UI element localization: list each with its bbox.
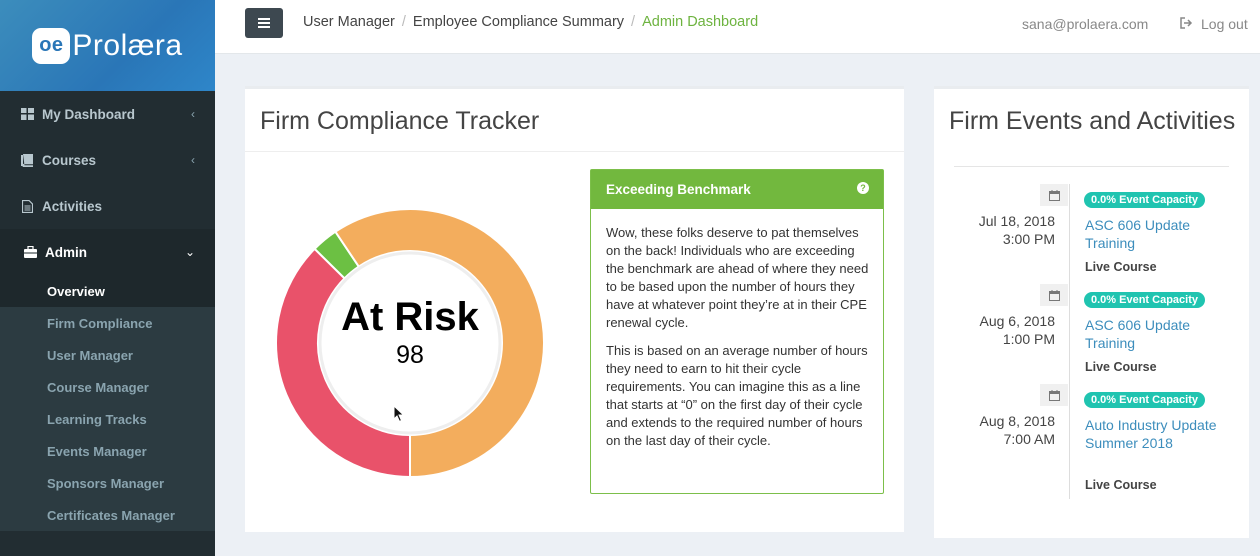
- breadcrumb-user-manager[interactable]: User Manager: [303, 14, 395, 30]
- sidebar-item-label: Activities: [42, 198, 103, 214]
- breadcrumb-separator: /: [631, 14, 636, 30]
- chevron-left-icon: ‹: [191, 153, 195, 167]
- sidebar-item-activities[interactable]: Activities: [0, 183, 215, 229]
- event-date: Aug 6, 2018: [979, 313, 1055, 329]
- breadcrumb-separator: /: [401, 14, 406, 30]
- briefcase-icon: [23, 246, 37, 259]
- event-item: Aug 6, 2018 1:00 PM 0.0% Event Capacity …: [934, 284, 1249, 384]
- event-type: Live Course: [1085, 260, 1157, 274]
- divider: [954, 166, 1229, 167]
- info-paragraph: This is based on an average number of ho…: [606, 343, 868, 448]
- question-icon[interactable]: ?: [857, 182, 869, 194]
- calendar-icon: [1040, 284, 1068, 306]
- donut-status-label: At Risk: [341, 295, 479, 339]
- event-time: 7:00 AM: [1003, 431, 1055, 447]
- breadcrumb-employee-compliance-summary[interactable]: Employee Compliance Summary: [413, 14, 624, 30]
- event-date: Jul 18, 2018: [978, 213, 1055, 229]
- info-paragraph: Wow, these folks deserve to pat themselv…: [606, 225, 869, 330]
- timeline-line: [1069, 184, 1070, 284]
- event-time: 1:00 PM: [1002, 331, 1055, 347]
- event-datetime: Aug 8, 2018 7:00 AM: [954, 412, 1055, 448]
- events-panel: Firm Events and Activities Jul 18, 2018 …: [934, 86, 1249, 538]
- event-title-link[interactable]: Auto Industry Update Summer 2018: [1085, 416, 1235, 452]
- dashboard-icon: [20, 108, 34, 121]
- logo-area[interactable]: oe Prolæra: [0, 0, 215, 91]
- timeline-line: [1069, 384, 1070, 499]
- top-header: User Manager / Employee Compliance Summa…: [215, 0, 1260, 54]
- info-box-header: Exceeding Benchmark ?: [591, 170, 883, 209]
- admin-submenu: Overview Firm Compliance User Manager Co…: [0, 275, 215, 531]
- event-item: Jul 18, 2018 3:00 PM 0.0% Event Capacity…: [934, 184, 1249, 284]
- benchmark-info-box: Exceeding Benchmark ? Wow, these folks d…: [590, 169, 884, 494]
- calendar-icon: [1040, 184, 1068, 206]
- breadcrumb-admin-dashboard[interactable]: Admin Dashboard: [642, 14, 758, 30]
- submenu-item-course-manager[interactable]: Course Manager: [0, 371, 215, 403]
- event-type: Live Course: [1085, 478, 1157, 492]
- submenu-item-events-manager[interactable]: Events Manager: [0, 435, 215, 467]
- menu-toggle-button[interactable]: [245, 8, 283, 38]
- sidebar: oe Prolæra My Dashboard ‹ Courses ‹ Acti…: [0, 0, 215, 556]
- sign-out-icon: [1180, 16, 1193, 32]
- submenu-item-user-manager[interactable]: User Manager: [0, 339, 215, 371]
- calendar-icon: [1040, 384, 1068, 406]
- info-box-title: Exceeding Benchmark: [606, 182, 751, 197]
- sidebar-item-label: Courses: [42, 152, 97, 168]
- event-item: Aug 8, 2018 7:00 AM 0.0% Event Capacity …: [934, 384, 1249, 499]
- user-email[interactable]: sana@prolaera.com: [1022, 16, 1148, 32]
- logo-text: Prolæra: [72, 28, 183, 62]
- sidebar-item-label: Admin: [45, 244, 87, 260]
- logout-label: Log out: [1201, 16, 1248, 32]
- event-title-link[interactable]: ASC 606 Update Training: [1085, 216, 1235, 252]
- logo-mark: oe: [32, 27, 71, 64]
- divider: [245, 151, 904, 152]
- sidebar-item-label: My Dashboard: [42, 106, 136, 122]
- event-datetime: Aug 6, 2018 1:00 PM: [954, 312, 1055, 348]
- event-time: 3:00 PM: [1002, 231, 1055, 247]
- mouse-cursor-icon: [393, 405, 405, 423]
- timeline-line: [1069, 284, 1070, 384]
- breadcrumb: User Manager / Employee Compliance Summa…: [303, 14, 758, 30]
- sidebar-item-courses[interactable]: Courses ‹: [0, 137, 215, 183]
- chevron-left-icon: ‹: [191, 107, 195, 121]
- panel-title: Firm Compliance Tracker: [260, 107, 540, 135]
- logout-button[interactable]: Log out: [1180, 16, 1248, 32]
- submenu-item-overview[interactable]: Overview: [0, 275, 215, 307]
- event-type: Live Course: [1085, 360, 1157, 374]
- event-datetime: Jul 18, 2018 3:00 PM: [954, 212, 1055, 248]
- logo[interactable]: oe Prolæra: [32, 27, 183, 64]
- chevron-down-icon: ⌄: [184, 245, 195, 259]
- info-box-body: Wow, these folks deserve to pat themselv…: [591, 209, 883, 450]
- book-icon: [20, 153, 34, 167]
- event-title-link[interactable]: ASC 606 Update Training: [1085, 316, 1235, 352]
- submenu-item-firm-compliance[interactable]: Firm Compliance: [0, 307, 215, 339]
- capacity-badge: 0.0% Event Capacity: [1084, 392, 1205, 408]
- submenu-item-learning-tracks[interactable]: Learning Tracks: [0, 403, 215, 435]
- submenu-item-sponsors-manager[interactable]: Sponsors Manager: [0, 467, 215, 499]
- document-icon: [20, 199, 34, 213]
- panel-title: Firm Events and Activities: [949, 107, 1236, 135]
- sidebar-item-admin[interactable]: Admin ⌄: [0, 229, 215, 275]
- sidebar-item-my-dashboard[interactable]: My Dashboard ‹: [0, 91, 215, 137]
- capacity-badge: 0.0% Event Capacity: [1084, 192, 1205, 208]
- compliance-tracker-panel: Firm Compliance Tracker At Risk 98 Excee…: [245, 86, 904, 532]
- submenu-item-certificates-manager[interactable]: Certificates Manager: [0, 499, 215, 531]
- donut-status-value: 98: [396, 341, 424, 369]
- hamburger-icon: [258, 18, 270, 28]
- capacity-badge: 0.0% Event Capacity: [1084, 292, 1205, 308]
- event-date: Aug 8, 2018: [979, 413, 1055, 429]
